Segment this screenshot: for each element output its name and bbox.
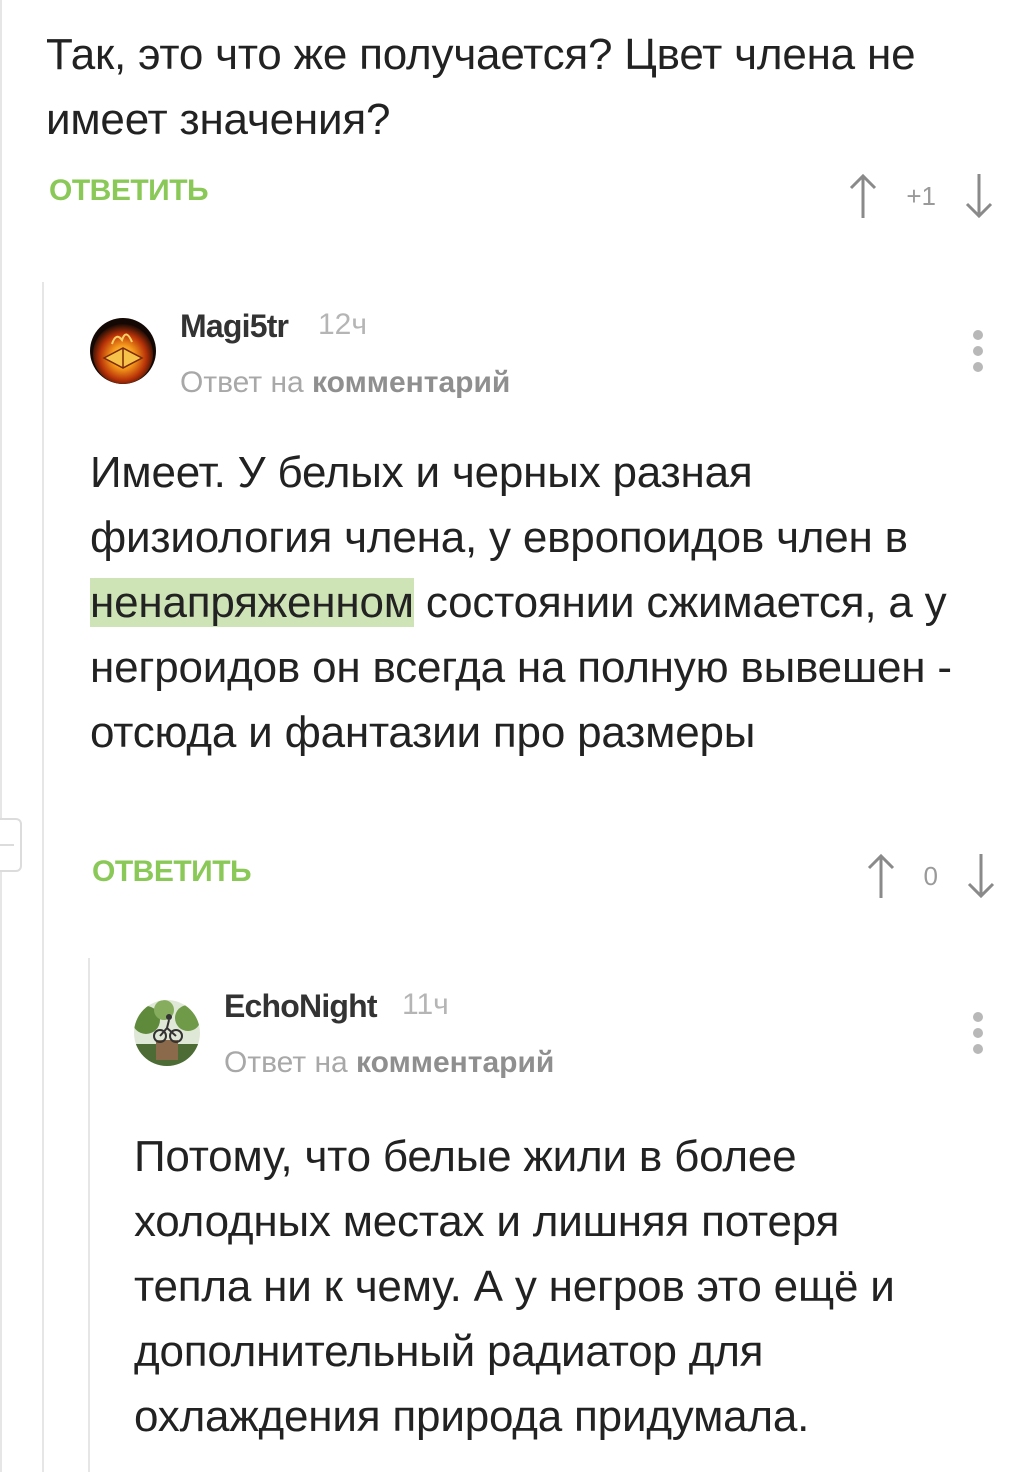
highlighted-word: ненапряженном: [90, 578, 414, 627]
reply-button[interactable]: ОТВЕТИТЬ: [92, 855, 252, 889]
reply-context: Ответ на комментарий: [180, 366, 510, 400]
more-vertical-icon[interactable]: [968, 1012, 988, 1060]
more-vertical-icon[interactable]: [968, 330, 988, 378]
burning-book-icon: [90, 318, 156, 384]
comment-text: Имеет. У белых и черных разная физиологи…: [90, 440, 990, 765]
thread-line-root: [0, 0, 2, 1472]
collapse-thread-button[interactable]: [0, 818, 22, 872]
arrow-up-icon[interactable]: [848, 172, 878, 220]
comment-text: Так, это что же получается? Цвет члена н…: [46, 30, 916, 144]
comment-time: 12ч: [318, 308, 367, 341]
reply-target-link[interactable]: комментарий: [356, 1046, 554, 1079]
avatar[interactable]: [134, 1000, 200, 1066]
arrow-up-icon[interactable]: [866, 852, 896, 900]
reply-button[interactable]: ОТВЕТИТЬ: [49, 174, 209, 208]
comment-author[interactable]: EchoNight: [224, 988, 378, 1025]
arrow-down-icon[interactable]: [964, 172, 994, 220]
rating-value: 0: [923, 860, 938, 891]
comment-text-part: Имеет. У белых и черных разная физиологи…: [90, 448, 908, 562]
reply-target-link[interactable]: комментарий: [312, 366, 510, 399]
rating-value: +1: [906, 180, 936, 211]
comment-text: Потому, что белые жили в более холодных …: [134, 1132, 895, 1441]
thread-line-level-2: [88, 958, 90, 1472]
comment-echonight: Потому, что белые жили в более холодных …: [134, 1124, 1022, 1449]
comment-author[interactable]: Magi5tr: [180, 308, 289, 345]
arrow-down-icon[interactable]: [966, 852, 996, 900]
reply-context: Ответ на комментарий: [224, 1046, 554, 1080]
comment-parent: Так, это что же получается? Цвет члена н…: [46, 22, 1022, 152]
vote-controls: +1: [848, 166, 994, 226]
cyclist-monument-icon: [134, 1000, 200, 1066]
vote-controls: 0: [866, 846, 996, 906]
thread-line-level-1: [42, 282, 44, 1472]
reply-prefix: Ответ на: [224, 1046, 348, 1079]
avatar[interactable]: [90, 318, 156, 384]
comment-magi5tr: Имеет. У белых и черных разная физиологи…: [90, 440, 1022, 765]
reply-prefix: Ответ на: [180, 366, 304, 399]
comment-time: 11ч: [402, 988, 449, 1021]
